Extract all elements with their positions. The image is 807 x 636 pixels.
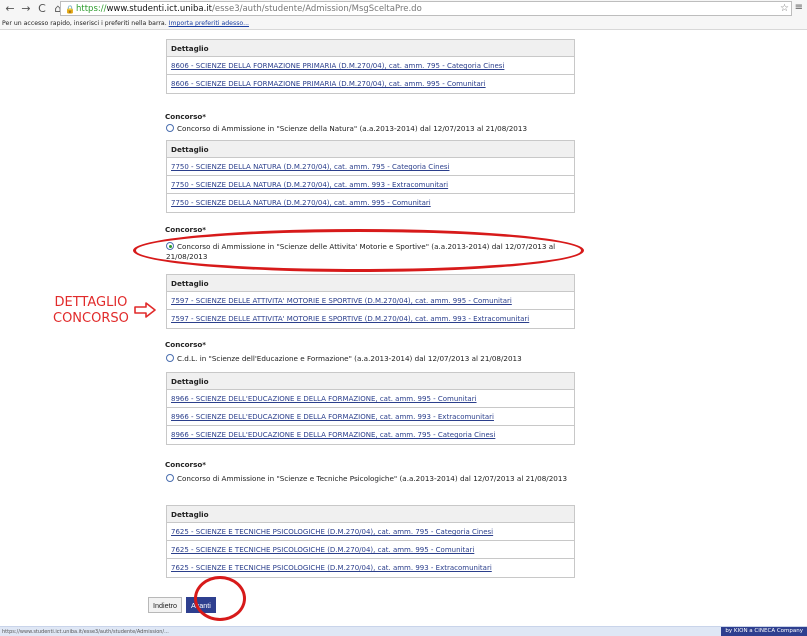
- forward-arrow-icon[interactable]: →: [20, 2, 32, 16]
- course-link[interactable]: 8966 - SCIENZE DELL'EDUCAZIONE E DELLA F…: [171, 395, 477, 403]
- lock-icon: 🔒: [65, 4, 75, 14]
- table-row: 8966 - SCIENZE DELL'EDUCAZIONE E DELLA F…: [167, 426, 574, 444]
- detail-concorso-annotation: DETTAGLIO CONCORSO: [53, 295, 129, 327]
- radio-button[interactable]: [166, 354, 174, 362]
- detail-header: Dettaglio: [167, 141, 574, 158]
- concorso-option[interactable]: C.d.L. in "Scienze dell'Educazione e For…: [166, 354, 576, 364]
- table-row: 8966 - SCIENZE DELL'EDUCAZIONE E DELLA F…: [167, 408, 574, 426]
- course-link[interactable]: 7625 - SCIENZE E TECNICHE PSICOLOGICHE (…: [171, 528, 493, 536]
- concorso-option-text: C.d.L. in "Scienze dell'Educazione e For…: [177, 354, 522, 363]
- bookmark-star-icon[interactable]: ☆: [780, 3, 789, 14]
- table-row: 7750 - SCIENZE DELLA NATURA (D.M.270/04)…: [167, 194, 574, 212]
- detail-table: Dettaglio 7750 - SCIENZE DELLA NATURA (D…: [166, 140, 575, 213]
- detail-header: Dettaglio: [167, 275, 574, 292]
- concorso-option-text: Concorso di Ammissione in "Scienze della…: [177, 124, 528, 133]
- status-bar: https://www.studenti.ict.uniba.it/esse3/…: [0, 626, 807, 636]
- import-bookmarks-link[interactable]: Importa preferiti adesso...: [169, 20, 249, 27]
- highlight-ellipse-concorso: [133, 229, 584, 272]
- table-row: 7625 - SCIENZE E TECNICHE PSICOLOGICHE (…: [167, 559, 574, 577]
- radio-button[interactable]: [166, 474, 174, 482]
- concorso-option-text: Concorso di Ammissione in "Scienze e Tec…: [177, 474, 568, 483]
- url-host: www.studenti.ict.uniba.it: [106, 3, 213, 14]
- course-link[interactable]: 8606 - SCIENZE DELLA FORMAZIONE PRIMARIA…: [171, 62, 504, 70]
- table-row: 7597 - SCIENZE DELLE ATTIVITA' MOTORIE E…: [167, 292, 574, 310]
- bookmark-prompt: Per un accesso rapido, inserisci i prefe…: [2, 20, 167, 27]
- table-row: 8606 - SCIENZE DELLA FORMAZIONE PRIMARIA…: [167, 57, 574, 75]
- course-link[interactable]: 7625 - SCIENZE E TECNICHE PSICOLOGICHE (…: [171, 546, 474, 554]
- url-path: /esse3/auth/studente/Admission/MsgScelta…: [212, 3, 422, 14]
- radio-button[interactable]: [166, 124, 174, 132]
- concorso-label: Concorso*: [165, 460, 207, 469]
- concorso-option[interactable]: Concorso di Ammissione in "Scienze e Tec…: [166, 474, 576, 484]
- detail-header: Dettaglio: [167, 373, 574, 390]
- reload-icon[interactable]: C: [36, 2, 48, 16]
- footer-badge: by KION a CINECA Company: [721, 627, 807, 636]
- course-link[interactable]: 8966 - SCIENZE DELL'EDUCAZIONE E DELLA F…: [171, 413, 494, 421]
- annotation-line-1: DETTAGLIO: [54, 295, 128, 310]
- table-row: 7625 - SCIENZE E TECNICHE PSICOLOGICHE (…: [167, 523, 574, 541]
- browser-toolbar: ← → C ⌂ 🔒 https://www.studenti.ict.uniba…: [0, 0, 807, 17]
- detail-table: Dettaglio 8966 - SCIENZE DELL'EDUCAZIONE…: [166, 372, 575, 445]
- highlight-ellipse-next-button: [194, 576, 246, 621]
- annotation-line-2: CONCORSO: [53, 311, 129, 326]
- concorso-label: Concorso*: [165, 225, 207, 234]
- course-link[interactable]: 7750 - SCIENZE DELLA NATURA (D.M.270/04)…: [171, 163, 449, 171]
- table-row: 8966 - SCIENZE DELL'EDUCAZIONE E DELLA F…: [167, 390, 574, 408]
- course-link[interactable]: 7597 - SCIENZE DELLE ATTIVITA' MOTORIE E…: [171, 315, 529, 323]
- course-link[interactable]: 8606 - SCIENZE DELLA FORMAZIONE PRIMARIA…: [171, 80, 486, 88]
- admission-selection-page: Dettaglio 8606 - SCIENZE DELLA FORMAZION…: [158, 30, 583, 620]
- course-link[interactable]: 7750 - SCIENZE DELLA NATURA (D.M.270/04)…: [171, 199, 431, 207]
- concorso-label: Concorso*: [165, 340, 207, 349]
- detail-table: Dettaglio 8606 - SCIENZE DELLA FORMAZION…: [166, 39, 575, 94]
- address-bar[interactable]: 🔒 https://www.studenti.ict.uniba.it/esse…: [60, 1, 792, 16]
- table-row: 8606 - SCIENZE DELLA FORMAZIONE PRIMARIA…: [167, 75, 574, 93]
- concorso-label: Concorso*: [165, 112, 207, 121]
- table-row: 7597 - SCIENZE DELLE ATTIVITA' MOTORIE E…: [167, 310, 574, 328]
- table-row: 7625 - SCIENZE E TECNICHE PSICOLOGICHE (…: [167, 541, 574, 559]
- detail-table: Dettaglio 7625 - SCIENZE E TECNICHE PSIC…: [166, 505, 575, 578]
- menu-icon[interactable]: ≡: [795, 2, 803, 13]
- course-link[interactable]: 7625 - SCIENZE E TECNICHE PSICOLOGICHE (…: [171, 564, 492, 572]
- status-url: https://www.studenti.ict.uniba.it/esse3/…: [2, 629, 169, 635]
- bookmark-bar: Per un accesso rapido, inserisci i prefe…: [0, 17, 807, 30]
- back-arrow-icon[interactable]: ←: [4, 2, 16, 16]
- course-link[interactable]: 8966 - SCIENZE DELL'EDUCAZIONE E DELLA F…: [171, 431, 495, 439]
- table-row: 7750 - SCIENZE DELLA NATURA (D.M.270/04)…: [167, 158, 574, 176]
- back-button[interactable]: Indietro: [148, 597, 182, 613]
- concorso-option[interactable]: Concorso di Ammissione in "Scienze della…: [166, 124, 576, 134]
- annotation-arrow-icon: [134, 302, 156, 318]
- detail-table: Dettaglio 7597 - SCIENZE DELLE ATTIVITA'…: [166, 274, 575, 329]
- detail-header: Dettaglio: [167, 506, 574, 523]
- url-scheme: https://: [76, 3, 107, 14]
- course-link[interactable]: 7597 - SCIENZE DELLE ATTIVITA' MOTORIE E…: [171, 297, 512, 305]
- detail-header: Dettaglio: [167, 40, 574, 57]
- table-row: 7750 - SCIENZE DELLA NATURA (D.M.270/04)…: [167, 176, 574, 194]
- course-link[interactable]: 7750 - SCIENZE DELLA NATURA (D.M.270/04)…: [171, 181, 448, 189]
